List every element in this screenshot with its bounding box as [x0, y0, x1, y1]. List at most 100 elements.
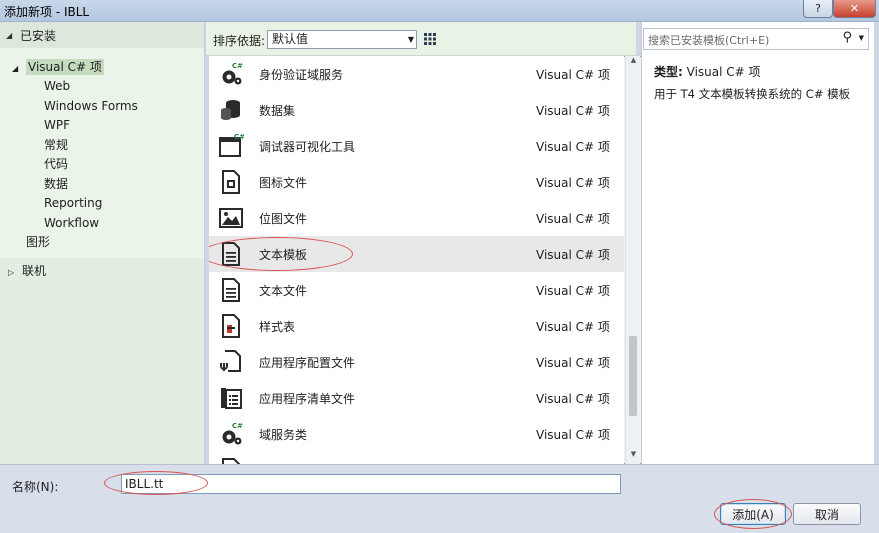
chevron-down-icon[interactable]: ▼ [859, 34, 864, 42]
search-input[interactable]: 搜索已安装模板(Ctrl+E) ⚲ ▼ [643, 28, 869, 50]
item-name: 应用程序清单文件 [259, 391, 356, 406]
close-button[interactable]: ✕ [833, 0, 876, 18]
tree-item-label: 代码 [44, 157, 69, 171]
item-type: Visual C# 项 [536, 427, 610, 442]
add-button-label: 添加(A) [732, 507, 774, 522]
list-item-partial[interactable] [209, 452, 624, 464]
text-template-icon [222, 242, 240, 266]
tree-item-label: 常规 [44, 138, 69, 152]
list-item[interactable]: 数据集 Visual C# 项 [209, 92, 624, 128]
details-panel: 搜索已安装模板(Ctrl+E) ⚲ ▼ 类型: Visual C# 项 用于 T… [641, 22, 874, 464]
type-value: Visual C# 项 [686, 65, 761, 79]
tree-item-windows-forms[interactable]: Windows Forms [44, 97, 138, 116]
installed-header[interactable]: ◢ 已安装 [0, 22, 204, 48]
sort-label: 排序依据: [213, 34, 266, 48]
scroll-thumb[interactable] [629, 336, 637, 416]
tree-item-graphics[interactable]: 图形 [26, 233, 50, 252]
item-name: 样式表 [259, 319, 296, 334]
add-button[interactable]: 添加(A) [720, 503, 786, 525]
grid-view-button[interactable] [420, 29, 440, 49]
search-icon[interactable]: ⚲ [842, 30, 852, 45]
online-header[interactable]: ▷ 联机 [8, 262, 46, 281]
tree-item-label: WPF [44, 118, 71, 132]
item-type: Visual C# 项 [536, 355, 610, 370]
list-item[interactable]: C# 调试器可视化工具 Visual C# 项 [209, 128, 624, 164]
dataset-icon [221, 100, 240, 120]
tree-item-reporting[interactable]: Reporting [44, 194, 102, 213]
help-icon: ? [815, 2, 821, 15]
online-section: ▷ 联机 [0, 258, 204, 464]
item-type: Visual C# 项 [536, 175, 610, 190]
item-type: Visual C# 项 [536, 67, 610, 82]
name-input[interactable]: IBLL.tt [121, 474, 621, 494]
text-file-icon [222, 278, 240, 302]
title-bar: 添加新项 - IBLL ? ✕ [0, 0, 879, 22]
item-name: 域服务类 [259, 427, 308, 442]
tree-item-label: Workflow [44, 216, 100, 230]
scroll-up-icon[interactable]: ▲ [626, 56, 641, 70]
list-item[interactable]: 图标文件 Visual C# 项 [209, 164, 624, 200]
scroll-down-icon[interactable]: ▼ [626, 450, 641, 464]
tree-item-data[interactable]: 数据 [44, 175, 68, 194]
list-item-text-template[interactable]: 文本模板 Visual C# 项 [209, 236, 624, 272]
debugger-visualizer-icon: C# [219, 133, 244, 157]
item-name: 身份验证域服务 [259, 67, 344, 82]
list-item[interactable]: 样式表 Visual C# 项 [209, 308, 624, 344]
item-type: Visual C# 项 [536, 319, 610, 334]
domain-service-class-icon: C# [222, 422, 243, 445]
window-title: 添加新项 - IBLL [4, 5, 90, 19]
item-type: Visual C# 项 [536, 103, 610, 118]
sort-select[interactable]: 默认值 ▼ [267, 30, 417, 49]
item-name: 图标文件 [259, 175, 308, 190]
chevron-down-icon: ▼ [407, 35, 414, 44]
tree-item-label: Reporting [44, 196, 103, 210]
manifest-icon [221, 388, 242, 409]
collapse-triangle-icon[interactable]: ◢ [6, 31, 20, 40]
item-type: Visual C# 项 [536, 139, 610, 154]
installed-label: 已安装 [20, 28, 57, 43]
item-name: 位图文件 [259, 211, 308, 226]
list-item[interactable]: 文本文件 Visual C# 项 [209, 272, 624, 308]
tree-item-workflow[interactable]: Workflow [44, 214, 99, 233]
tree-item-label: 数据 [44, 177, 69, 191]
name-label: 名称(N): [12, 480, 59, 494]
tree-item-general[interactable]: 常规 [44, 136, 68, 155]
list-item[interactable]: 应用程序配置文件 Visual C# 项 [209, 344, 624, 380]
tree-item-label: Windows Forms [44, 99, 138, 113]
item-name: 文本模板 [259, 247, 308, 262]
item-name: 应用程序配置文件 [259, 355, 356, 370]
sort-value: 默认值 [272, 32, 309, 46]
item-type: Visual C# 项 [536, 391, 610, 406]
svg-text:C#: C# [234, 133, 244, 141]
help-button[interactable]: ? [803, 0, 833, 18]
list-item[interactable]: 位图文件 Visual C# 项 [209, 200, 624, 236]
tree-item-wpf[interactable]: WPF [44, 116, 70, 135]
list-item[interactable]: C# 域服务类 Visual C# 项 [209, 416, 624, 452]
list-item[interactable]: C# 身份验证域服务 Visual C# 项 [209, 56, 624, 92]
cancel-button[interactable]: 取消 [793, 503, 861, 525]
dialog-client: ◢ 已安装 ◢ Visual C# 项 Web Windows Forms WPF… [0, 22, 879, 533]
expand-triangle-icon[interactable]: ◢ [12, 59, 26, 78]
sort-toolbar: 排序依据: 默认值 ▼ [206, 22, 857, 464]
category-panel: ◢ 已安装 ◢ Visual C# 项 Web Windows Forms WPF… [0, 22, 205, 464]
tree-item-visual-csharp[interactable]: ◢ Visual C# 项 [12, 58, 104, 77]
template-list: C# 身份验证域服务 Visual C# 项 数据集 Visual C# 项 C… [209, 56, 624, 464]
tree-item-code[interactable]: 代码 [44, 155, 68, 174]
expand-triangle-icon[interactable]: ▷ [8, 263, 22, 282]
item-type: Visual C# 项 [536, 283, 610, 298]
bottom-bar: 名称(N): IBLL.tt 添加(A) 取消 [0, 464, 879, 533]
item-name: 数据集 [259, 103, 296, 118]
tree-item-label: 图形 [26, 235, 51, 249]
list-scrollbar[interactable]: ▲ ▼ [625, 56, 640, 464]
bitmap-icon [219, 208, 243, 228]
list-item[interactable]: 应用程序清单文件 Visual C# 项 [209, 380, 624, 416]
type-info: 类型: Visual C# 项 [654, 63, 761, 80]
close-icon: ✕ [849, 2, 860, 15]
cancel-button-label: 取消 [814, 507, 839, 522]
tree-item-label: Visual C# 项 [26, 59, 104, 75]
tree-item-web[interactable]: Web [44, 77, 70, 96]
grid-view-icon [424, 33, 436, 45]
item-type: Visual C# 项 [536, 247, 610, 262]
partial-file-icon [222, 458, 240, 464]
item-type: Visual C# 项 [536, 211, 610, 226]
